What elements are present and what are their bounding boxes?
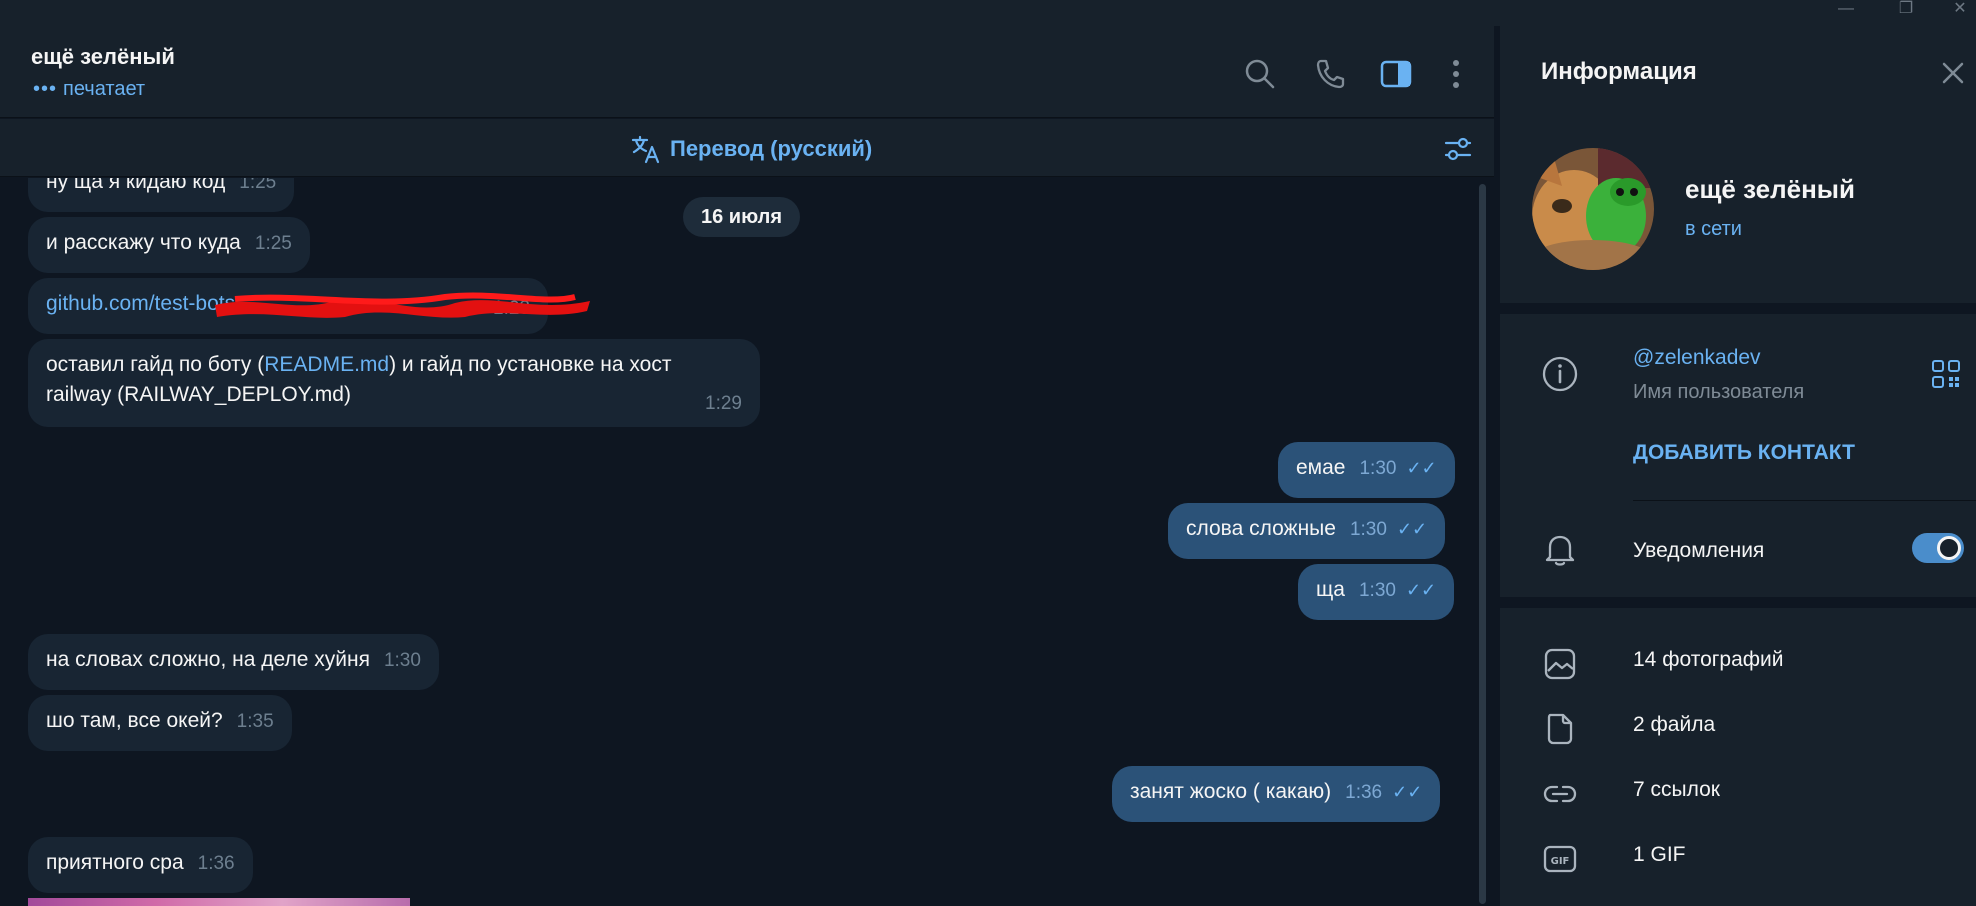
- message-text: занят жоско ( какаю): [1130, 780, 1332, 803]
- info-peer-name: ещё зелёный: [1685, 174, 1855, 204]
- message-list[interactable]: ну ща я кидаю код 1:25 16 июля и расскажу…: [0, 178, 1494, 906]
- media-links-link[interactable]: 7 ссылок: [1633, 778, 1720, 802]
- media-files-link[interactable]: 2 файла: [1633, 713, 1715, 737]
- message-incoming[interactable]: оставил гайд по боту (README.md) и гайд …: [28, 339, 760, 427]
- restore-button[interactable]: ❐: [1886, 0, 1926, 22]
- message-text: емае: [1296, 456, 1346, 479]
- online-status: в сети: [1685, 218, 1742, 240]
- notifications-label: Уведомления: [1633, 539, 1765, 562]
- info-icon: [1542, 356, 1578, 392]
- photo-message-preview[interactable]: [28, 898, 410, 906]
- redaction-scribble: [215, 292, 590, 318]
- peer-name[interactable]: ещё зелёный: [31, 44, 175, 70]
- more-vertical-icon[interactable]: [1436, 54, 1476, 94]
- typing-dots-icon: •••: [33, 78, 58, 100]
- message-time: 1:25: [254, 233, 292, 254]
- message-scrollbar[interactable]: [1479, 184, 1486, 904]
- window-titlebar: — ❐ ✕: [0, 0, 1976, 26]
- read-check-icon: ✓✓: [1406, 458, 1437, 478]
- message-time: 1:30: [1358, 580, 1396, 601]
- message-outgoing[interactable]: занят жоско ( какаю) 1:36 ✓✓: [1112, 766, 1441, 822]
- username-link[interactable]: @zelenkadev: [1633, 346, 1761, 370]
- window-close-button[interactable]: ✕: [1940, 0, 1976, 22]
- link-icon: [1543, 785, 1577, 803]
- typing-status-label: печатает: [63, 78, 146, 100]
- message-time: 1:30: [383, 650, 421, 671]
- read-check-icon: ✓✓: [1396, 519, 1428, 539]
- svg-text:GIF: GIF: [1551, 856, 1570, 867]
- read-check-icon: ✓✓: [1392, 782, 1423, 802]
- info-title: Информация: [1541, 58, 1697, 85]
- message-text: слова сложные: [1186, 517, 1336, 540]
- message-time: 1:36: [197, 853, 235, 874]
- gif-icon: GIF: [1543, 845, 1577, 873]
- chat-header[interactable]: ещё зелёный ••• печатает: [0, 26, 1494, 118]
- message-text: ) и гайд по установке на хост: [389, 353, 672, 376]
- add-contact-button[interactable]: ДОБАВИТЬ КОНТАКТ: [1633, 441, 1855, 465]
- search-icon[interactable]: [1240, 54, 1280, 94]
- message-text: оставил гайд по боту (: [46, 353, 265, 376]
- read-check-icon: ✓✓: [1405, 580, 1437, 600]
- message-incoming[interactable]: шо там, все окей? 1:35: [28, 695, 292, 751]
- message-time: 1:25: [239, 178, 277, 193]
- message-text-line2: railway (RAILWAY_DEPLOY.md): [46, 383, 351, 406]
- toggle-knob: [1937, 536, 1961, 560]
- media-gifs-link[interactable]: 1 GIF: [1633, 843, 1686, 867]
- notifications-toggle[interactable]: [1912, 533, 1964, 563]
- phone-icon[interactable]: [1310, 54, 1350, 94]
- section-divider: [1500, 303, 1976, 314]
- message-text: и расскажу что куда: [46, 231, 241, 254]
- photo-icon: [1544, 648, 1576, 680]
- message-outgoing[interactable]: слова сложные 1:30 ✓✓: [1168, 503, 1446, 559]
- translate-button[interactable]: Перевод (русский): [630, 133, 872, 165]
- bell-icon: [1545, 535, 1575, 566]
- message-text: ну ща я кидаю код: [46, 178, 226, 193]
- sidebar-toggle-icon[interactable]: [1376, 54, 1416, 94]
- close-icon[interactable]: [1936, 56, 1970, 90]
- username-label: Имя пользователя: [1633, 381, 1805, 403]
- avatar[interactable]: [1532, 148, 1654, 270]
- info-panel: Информация ещё зелёный в сети @zelenkade…: [1497, 26, 1976, 906]
- translate-label: Перевод (русский): [670, 136, 873, 161]
- typing-status: ••• печатает: [33, 78, 145, 101]
- message-time: 1:30: [1359, 458, 1397, 479]
- message-outgoing[interactable]: емае 1:30 ✓✓: [1278, 442, 1455, 498]
- message-incoming[interactable]: на словах сложно, на деле хуйня 1:30: [28, 634, 439, 690]
- date-separator: 16 июля: [683, 197, 801, 237]
- translate-bar: Перевод (русский): [0, 119, 1494, 177]
- message-link[interactable]: github.com/test-bots: [46, 292, 235, 315]
- message-time: 1:30: [1349, 519, 1387, 540]
- message-text: ща: [1316, 578, 1345, 601]
- media-photos-link[interactable]: 14 фотографий: [1633, 648, 1784, 672]
- message-text: на словах сложно, на деле хуйня: [46, 648, 370, 671]
- translate-settings-icon[interactable]: [1442, 133, 1474, 165]
- message-time: 1:35: [236, 711, 274, 732]
- message-time: 1:29: [705, 393, 742, 414]
- message-text: приятного сра: [46, 851, 184, 874]
- message-text-line1: оставил гайд по боту (README.md) и гайд …: [46, 350, 742, 380]
- message-time: 1:36: [1345, 782, 1383, 803]
- row-divider: [1633, 500, 1976, 501]
- translate-icon: [631, 135, 660, 164]
- qr-code-icon[interactable]: [1930, 358, 1962, 390]
- message-outgoing[interactable]: ща 1:30 ✓✓: [1298, 564, 1455, 620]
- message-text: шо там, все окей?: [46, 709, 223, 732]
- message-link[interactable]: README.md: [264, 353, 389, 376]
- message-incoming[interactable]: приятного сра 1:36: [28, 837, 253, 893]
- message-incoming[interactable]: ну ща я кидаю код 1:25: [28, 178, 295, 212]
- section-divider: [1500, 597, 1976, 608]
- message-incoming[interactable]: и расскажу что куда 1:25: [28, 217, 310, 273]
- minimize-button[interactable]: —: [1826, 0, 1866, 22]
- file-icon: [1547, 713, 1573, 745]
